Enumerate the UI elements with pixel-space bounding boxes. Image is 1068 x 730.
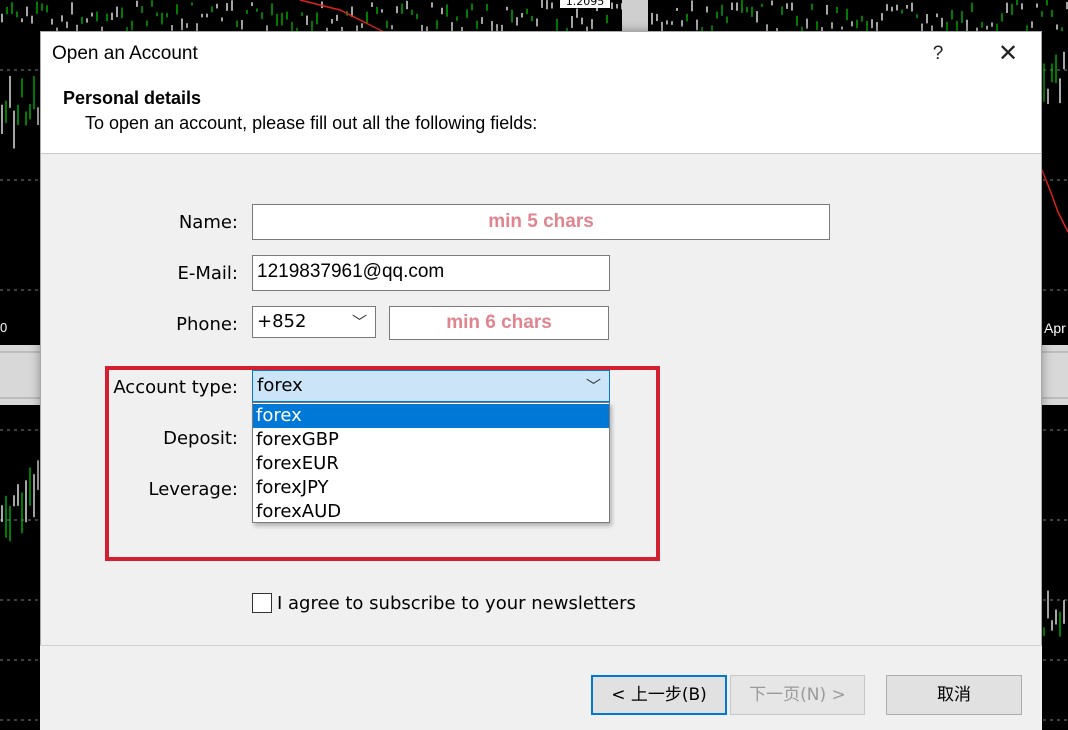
section-subtitle: To open an account, please fill out all … bbox=[85, 113, 538, 133]
cancel-button[interactable]: 取消 bbox=[886, 675, 1022, 715]
email-input[interactable]: 1219837961@qq.com bbox=[252, 255, 610, 291]
phone-label: Phone: bbox=[176, 314, 238, 335]
leverage-label: Leverage: bbox=[148, 479, 238, 500]
help-button[interactable]: ? bbox=[923, 38, 953, 70]
newsletter-checkbox[interactable] bbox=[252, 593, 272, 613]
dialog-titlebar: Open an Account ? ✕ bbox=[41, 32, 1041, 76]
close-icon: ✕ bbox=[997, 40, 1019, 67]
next-button[interactable]: 下一页(N) > bbox=[730, 675, 865, 715]
close-button[interactable]: ✕ bbox=[991, 38, 1025, 70]
name-label: Name: bbox=[178, 212, 238, 233]
dialog-title: Open an Account bbox=[52, 43, 198, 64]
dialog-header: Personal details To open an account, ple… bbox=[41, 76, 1041, 154]
deposit-label: Deposit: bbox=[163, 428, 238, 449]
back-button[interactable]: < 上一步(B) bbox=[591, 675, 727, 715]
account-type-label: Account type: bbox=[113, 377, 238, 398]
newsletter-label: I agree to subscribe to your newsletters bbox=[277, 593, 636, 614]
account-type-dropdown: forex forexGBP forexEUR forexJPY forexAU… bbox=[252, 402, 610, 523]
chevron-down-icon: ﹀ bbox=[351, 313, 367, 331]
country-code-select[interactable]: +852 ﹀ bbox=[252, 306, 376, 338]
price-label: 1.2095 bbox=[560, 0, 610, 8]
axis-label-right: Apr bbox=[1044, 320, 1066, 336]
account-type-select[interactable]: forex ﹀ bbox=[252, 370, 610, 402]
moving-average-line bbox=[1041, 169, 1068, 233]
dropdown-option-forexaud[interactable]: forexAUD bbox=[253, 500, 609, 524]
scrollbar-thumb bbox=[622, 0, 648, 31]
section-title: Personal details bbox=[63, 88, 202, 108]
email-label: E-Mail: bbox=[177, 263, 239, 284]
name-input[interactable] bbox=[252, 204, 830, 240]
dropdown-option-forex[interactable]: forex bbox=[253, 404, 609, 428]
chevron-down-icon: ﹀ bbox=[585, 377, 601, 395]
dialog-footer: < 上一步(B) 下一页(N) > 取消 bbox=[40, 645, 1042, 730]
country-code-value: +852 bbox=[257, 311, 307, 332]
axis-label-left: 0 bbox=[0, 320, 8, 335]
phone-input[interactable] bbox=[389, 306, 609, 340]
account-type-value: forex bbox=[257, 375, 303, 396]
dropdown-option-forexjpy[interactable]: forexJPY bbox=[253, 476, 609, 500]
dropdown-option-forexeur[interactable]: forexEUR bbox=[253, 452, 609, 476]
dropdown-option-forexgbp[interactable]: forexGBP bbox=[253, 428, 609, 452]
